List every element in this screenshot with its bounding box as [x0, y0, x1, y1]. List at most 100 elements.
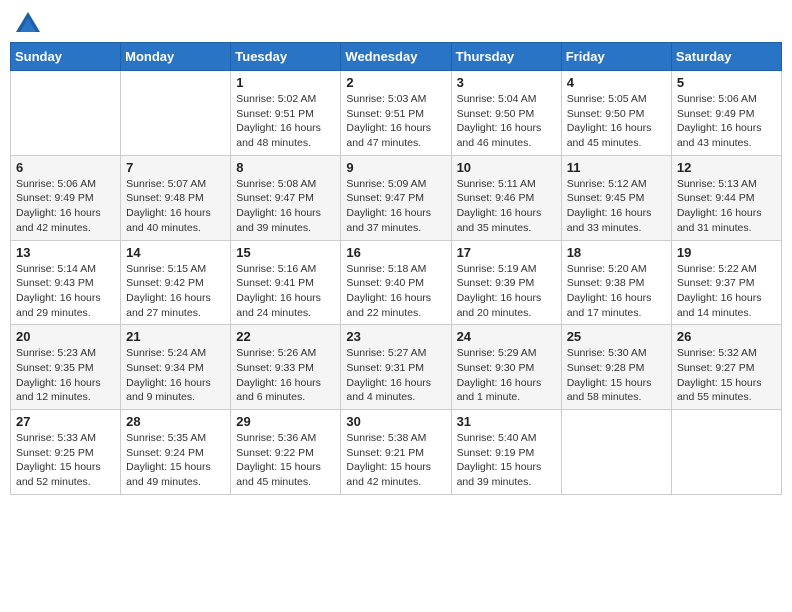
calendar-cell [561, 410, 671, 495]
day-number: 28 [126, 414, 225, 429]
day-number: 3 [457, 75, 556, 90]
calendar-week-row: 1 Sunrise: 5:02 AM Sunset: 9:51 PM Daylig… [11, 71, 782, 156]
day-number: 1 [236, 75, 335, 90]
logo-icon [14, 10, 42, 34]
day-info: Sunrise: 5:20 AM Sunset: 9:38 PM Dayligh… [567, 262, 666, 321]
calendar-cell: 27 Sunrise: 5:33 AM Sunset: 9:25 PM Dayli… [11, 410, 121, 495]
calendar-cell: 4 Sunrise: 5:05 AM Sunset: 9:50 PM Daylig… [561, 71, 671, 156]
day-info: Sunrise: 5:07 AM Sunset: 9:48 PM Dayligh… [126, 177, 225, 236]
day-number: 15 [236, 245, 335, 260]
calendar-cell: 20 Sunrise: 5:23 AM Sunset: 9:35 PM Dayli… [11, 325, 121, 410]
day-info: Sunrise: 5:12 AM Sunset: 9:45 PM Dayligh… [567, 177, 666, 236]
day-number: 18 [567, 245, 666, 260]
calendar-cell: 19 Sunrise: 5:22 AM Sunset: 9:37 PM Dayli… [671, 240, 781, 325]
day-number: 30 [346, 414, 445, 429]
day-info: Sunrise: 5:18 AM Sunset: 9:40 PM Dayligh… [346, 262, 445, 321]
day-number: 17 [457, 245, 556, 260]
day-info: Sunrise: 5:04 AM Sunset: 9:50 PM Dayligh… [457, 92, 556, 151]
calendar-cell [671, 410, 781, 495]
day-number: 11 [567, 160, 666, 175]
calendar-cell: 26 Sunrise: 5:32 AM Sunset: 9:27 PM Dayli… [671, 325, 781, 410]
calendar-cell: 10 Sunrise: 5:11 AM Sunset: 9:46 PM Dayli… [451, 155, 561, 240]
day-info: Sunrise: 5:11 AM Sunset: 9:46 PM Dayligh… [457, 177, 556, 236]
calendar-cell: 28 Sunrise: 5:35 AM Sunset: 9:24 PM Dayli… [121, 410, 231, 495]
weekday-header-row: SundayMondayTuesdayWednesdayThursdayFrid… [11, 43, 782, 71]
calendar-cell: 29 Sunrise: 5:36 AM Sunset: 9:22 PM Dayli… [231, 410, 341, 495]
calendar-cell: 18 Sunrise: 5:20 AM Sunset: 9:38 PM Dayli… [561, 240, 671, 325]
day-number: 2 [346, 75, 445, 90]
calendar-cell: 22 Sunrise: 5:26 AM Sunset: 9:33 PM Dayli… [231, 325, 341, 410]
weekday-header: Wednesday [341, 43, 451, 71]
calendar-cell: 30 Sunrise: 5:38 AM Sunset: 9:21 PM Dayli… [341, 410, 451, 495]
day-info: Sunrise: 5:09 AM Sunset: 9:47 PM Dayligh… [346, 177, 445, 236]
weekday-header: Thursday [451, 43, 561, 71]
day-number: 26 [677, 329, 776, 344]
weekday-header: Friday [561, 43, 671, 71]
day-info: Sunrise: 5:38 AM Sunset: 9:21 PM Dayligh… [346, 431, 445, 490]
day-number: 27 [16, 414, 115, 429]
day-info: Sunrise: 5:30 AM Sunset: 9:28 PM Dayligh… [567, 346, 666, 405]
day-number: 7 [126, 160, 225, 175]
day-info: Sunrise: 5:03 AM Sunset: 9:51 PM Dayligh… [346, 92, 445, 151]
day-number: 12 [677, 160, 776, 175]
calendar-table: SundayMondayTuesdayWednesdayThursdayFrid… [10, 42, 782, 495]
calendar-cell: 17 Sunrise: 5:19 AM Sunset: 9:39 PM Dayli… [451, 240, 561, 325]
calendar-cell: 15Sunrise: 5:16 AM Sunset: 9:41 PM Dayli… [231, 240, 341, 325]
day-info: Sunrise: 5:26 AM Sunset: 9:33 PM Dayligh… [236, 346, 335, 405]
calendar-cell: 7 Sunrise: 5:07 AM Sunset: 9:48 PM Daylig… [121, 155, 231, 240]
day-info: Sunrise: 5:24 AM Sunset: 9:34 PM Dayligh… [126, 346, 225, 405]
day-info: Sunrise: 5:13 AM Sunset: 9:44 PM Dayligh… [677, 177, 776, 236]
page-header [10, 10, 782, 34]
calendar-cell: 16 Sunrise: 5:18 AM Sunset: 9:40 PM Dayli… [341, 240, 451, 325]
day-info: Sunrise: 5:14 AM Sunset: 9:43 PM Dayligh… [16, 262, 115, 321]
day-number: 6 [16, 160, 115, 175]
calendar-cell: 12 Sunrise: 5:13 AM Sunset: 9:44 PM Dayli… [671, 155, 781, 240]
day-number: 23 [346, 329, 445, 344]
day-info: Sunrise: 5:06 AM Sunset: 9:49 PM Dayligh… [677, 92, 776, 151]
calendar-cell: 21 Sunrise: 5:24 AM Sunset: 9:34 PM Dayli… [121, 325, 231, 410]
day-info: Sunrise: 5:36 AM Sunset: 9:22 PM Dayligh… [236, 431, 335, 490]
calendar-cell: 25 Sunrise: 5:30 AM Sunset: 9:28 PM Dayli… [561, 325, 671, 410]
calendar-cell: 1 Sunrise: 5:02 AM Sunset: 9:51 PM Daylig… [231, 71, 341, 156]
day-number: 4 [567, 75, 666, 90]
day-info: Sunrise: 5:23 AM Sunset: 9:35 PM Dayligh… [16, 346, 115, 405]
calendar-cell: 23 Sunrise: 5:27 AM Sunset: 9:31 PM Dayli… [341, 325, 451, 410]
day-number: 9 [346, 160, 445, 175]
day-info: Sunrise: 5:29 AM Sunset: 9:30 PM Dayligh… [457, 346, 556, 405]
calendar-week-row: 6Sunrise: 5:06 AM Sunset: 9:49 PM Daylig… [11, 155, 782, 240]
day-number: 25 [567, 329, 666, 344]
day-info: Sunrise: 5:27 AM Sunset: 9:31 PM Dayligh… [346, 346, 445, 405]
calendar-cell: 14Sunrise: 5:15 AM Sunset: 9:42 PM Dayli… [121, 240, 231, 325]
day-number: 19 [677, 245, 776, 260]
day-info: Sunrise: 5:22 AM Sunset: 9:37 PM Dayligh… [677, 262, 776, 321]
calendar-week-row: 27 Sunrise: 5:33 AM Sunset: 9:25 PM Dayli… [11, 410, 782, 495]
calendar-cell [11, 71, 121, 156]
calendar-cell: 2 Sunrise: 5:03 AM Sunset: 9:51 PM Daylig… [341, 71, 451, 156]
logo [14, 10, 46, 34]
calendar-cell: 9 Sunrise: 5:09 AM Sunset: 9:47 PM Daylig… [341, 155, 451, 240]
calendar-cell [121, 71, 231, 156]
day-number: 24 [457, 329, 556, 344]
calendar-cell: 24 Sunrise: 5:29 AM Sunset: 9:30 PM Dayli… [451, 325, 561, 410]
weekday-header: Tuesday [231, 43, 341, 71]
day-number: 10 [457, 160, 556, 175]
day-number: 21 [126, 329, 225, 344]
day-number: 20 [16, 329, 115, 344]
day-number: 16 [346, 245, 445, 260]
calendar-cell: 31Sunrise: 5:40 AM Sunset: 9:19 PM Dayli… [451, 410, 561, 495]
calendar-cell: 11 Sunrise: 5:12 AM Sunset: 9:45 PM Dayli… [561, 155, 671, 240]
day-number: 29 [236, 414, 335, 429]
day-info: Sunrise: 5:15 AM Sunset: 9:42 PM Dayligh… [126, 262, 225, 321]
calendar-cell: 6Sunrise: 5:06 AM Sunset: 9:49 PM Daylig… [11, 155, 121, 240]
day-info: Sunrise: 5:05 AM Sunset: 9:50 PM Dayligh… [567, 92, 666, 151]
day-info: Sunrise: 5:35 AM Sunset: 9:24 PM Dayligh… [126, 431, 225, 490]
weekday-header: Sunday [11, 43, 121, 71]
day-number: 22 [236, 329, 335, 344]
calendar-cell: 8Sunrise: 5:08 AM Sunset: 9:47 PM Daylig… [231, 155, 341, 240]
day-info: Sunrise: 5:02 AM Sunset: 9:51 PM Dayligh… [236, 92, 335, 151]
day-info: Sunrise: 5:19 AM Sunset: 9:39 PM Dayligh… [457, 262, 556, 321]
day-info: Sunrise: 5:32 AM Sunset: 9:27 PM Dayligh… [677, 346, 776, 405]
day-number: 5 [677, 75, 776, 90]
day-number: 31 [457, 414, 556, 429]
day-info: Sunrise: 5:33 AM Sunset: 9:25 PM Dayligh… [16, 431, 115, 490]
